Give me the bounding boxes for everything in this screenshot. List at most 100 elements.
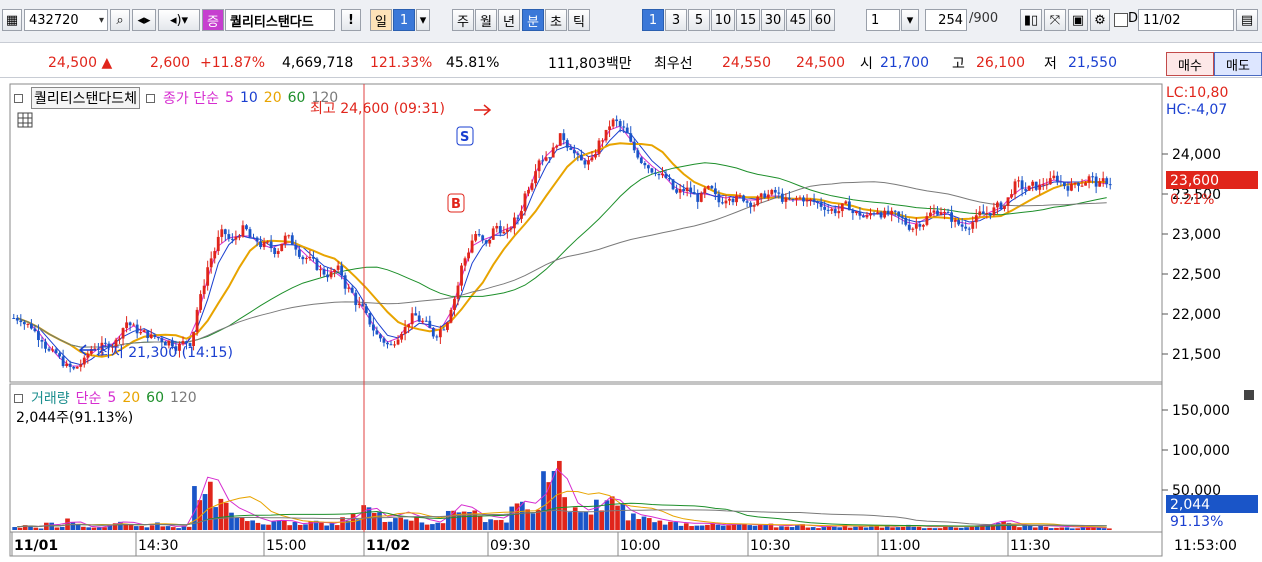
period-month-button[interactable]: 월 [475,9,497,31]
vol-ma120-label: 120 [169,390,197,406]
candle-body [262,242,266,248]
stock-chart[interactable]: 24,00023,50023,00022,50022,00021,500150,… [0,80,1262,558]
candle-body [960,224,964,227]
volume-bar [234,517,240,530]
buy-button[interactable]: 매수 [1166,52,1214,76]
count-dropdown-icon[interactable]: ▾ [901,9,919,31]
volume-bar [747,525,753,530]
candle-body [446,322,449,330]
candle-body [992,207,996,216]
bar-count-input[interactable]: 254 [925,9,967,31]
lc-label: LC:10,80 [1166,85,1228,101]
candle-body [967,228,971,230]
volume-bar [1059,527,1065,530]
candle-body [1013,181,1017,195]
volume-bar [689,526,694,530]
settings-gear-icon[interactable]: ⚙ [1090,9,1110,31]
candle-body [280,243,284,252]
search-icon[interactable]: ⌕ [110,9,130,31]
stock-name-field[interactable]: 퀄리티스탠다드 [225,9,335,31]
candle-body [371,324,375,331]
candle-body [259,241,262,248]
count-input[interactable]: 1 [866,9,900,31]
candle-body [742,195,745,202]
volume-bar [160,526,166,530]
interval-1-button[interactable]: 1 [642,9,664,31]
candle-body [1105,178,1109,185]
candle-type-icon[interactable]: ▮▯ [1020,9,1042,31]
period-week-button[interactable]: 주 [452,9,474,31]
period-second-button[interactable]: 초 [545,9,567,31]
stock-title[interactable]: 퀄리티스탠다드체 [31,87,141,109]
volume-bar [144,527,150,530]
interval-60-button[interactable]: 60 [811,9,835,31]
candle-body [453,298,456,310]
candle-body [19,320,23,323]
candle-body [530,183,534,190]
candle-body [512,217,516,229]
candle-body [357,303,361,306]
volume-bar [86,527,92,530]
volume-bar [948,526,954,530]
candle-body [54,349,58,354]
candle-body [1084,182,1087,186]
candle-body [833,209,837,214]
volume-bar [631,513,636,530]
candle-body [692,192,696,195]
interval-3-button[interactable]: 3 [665,9,687,31]
period-minute-button[interactable]: 분 [522,9,544,31]
chart-area[interactable]: 24,000 23,500 23,000 22,500 22,000 21,500 150,… [0,80,1262,558]
date-checkbox[interactable] [1114,13,1128,27]
alert-button[interactable]: ! [341,9,361,31]
volume-bar [572,507,578,530]
period-day-dropdown-icon[interactable]: ▾ [416,9,430,31]
prev-next-icon[interactable]: ◂▸ [132,9,156,31]
trend-line-icon[interactable]: ⤧ [1044,9,1066,31]
candle-body [400,333,403,340]
candle-body [382,338,386,343]
interval-15-button[interactable]: 15 [736,9,760,31]
candle-body [234,236,238,240]
candle-body [946,211,950,213]
volume-bar [170,527,176,530]
candle-body [749,202,753,207]
candle-body [921,224,925,227]
sell-button[interactable]: 매도 [1214,52,1262,76]
date-input[interactable]: 11/02 [1138,9,1234,31]
candle-body [805,199,809,202]
volume-bar [953,527,959,530]
candle-body [86,353,90,358]
candle-body [72,366,76,369]
volume-bar [181,526,187,530]
candle-body [1059,181,1063,183]
stock-code-input[interactable]: 432720 [24,9,108,31]
volume-bar [366,507,372,530]
period-day-count[interactable]: 1 [393,9,415,31]
period-day-button[interactable]: 일 [370,9,392,31]
interval-10-button[interactable]: 10 [711,9,735,31]
candle-body [79,364,83,367]
period-year-button[interactable]: 년 [498,9,520,31]
grid-toggle-icon[interactable] [17,112,33,128]
candle-body [146,330,150,339]
candle-body [283,235,287,244]
candle-body [1098,181,1102,187]
volume-bar [705,524,710,530]
candle-body [1045,184,1049,186]
volume-bar [165,526,171,530]
interval-45-button[interactable]: 45 [786,9,810,31]
volume-bar [340,517,345,530]
candle-body [287,235,291,237]
candle-body [572,149,576,154]
panel-close-icon[interactable] [1244,390,1254,400]
interval-5-button[interactable]: 5 [688,9,710,31]
interval-30-button[interactable]: 30 [761,9,785,31]
calendar-icon[interactable]: ▤ [1236,9,1258,31]
chart-menu-icon[interactable]: ▦ [2,9,22,31]
candle-body [703,188,707,194]
volume-bar [1069,528,1075,530]
volume-bar [498,519,504,530]
speaker-icon[interactable]: ◂)▾ [158,9,200,31]
period-tick-button[interactable]: 틱 [568,9,590,31]
save-icon[interactable]: ▣ [1068,9,1088,31]
